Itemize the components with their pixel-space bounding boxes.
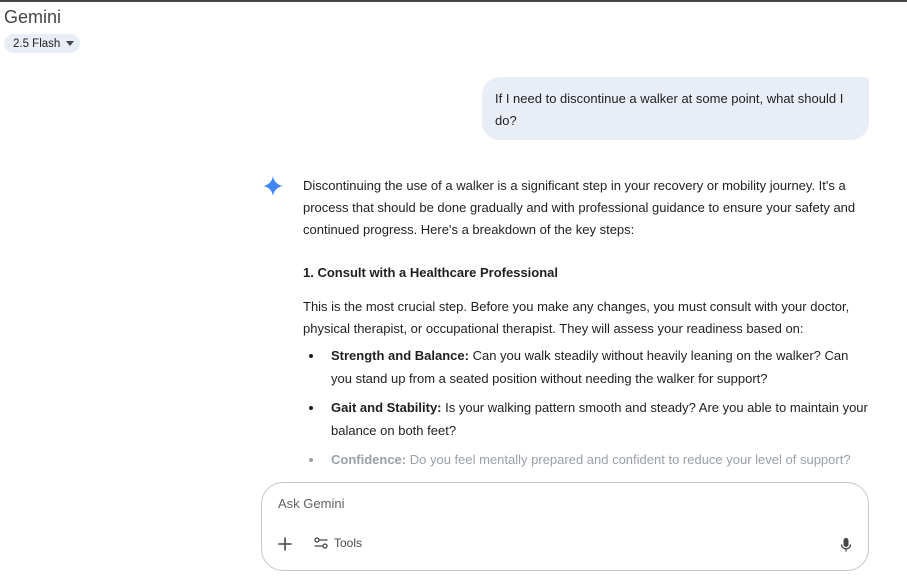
response-heading: 1. Consult with a Healthcare Professiona…	[303, 265, 559, 280]
list-item: Confidence: Do you feel mentally prepare…	[303, 448, 869, 471]
app-title: Gemini	[4, 7, 62, 27]
list-item: Strength and Balance: Can you walk stead…	[303, 344, 869, 390]
bullet-dot	[309, 406, 313, 410]
bullet-text: Do you feel mentally prepared and confid…	[406, 452, 851, 467]
tools-button[interactable]: Tools	[314, 536, 362, 550]
plus-icon[interactable]	[276, 535, 294, 553]
list-item: Gait and Stability: Is your walking patt…	[303, 396, 869, 442]
prompt-input[interactable]	[278, 496, 838, 511]
microphone-icon[interactable]	[839, 537, 853, 553]
response-lead: This is the most crucial step. Before yo…	[303, 299, 850, 336]
user-message-text: If I need to discontinue a walker at som…	[495, 91, 844, 128]
bullet-term: Gait and Stability:	[331, 400, 442, 415]
top-divider	[0, 0, 907, 2]
bullet-term: Confidence:	[331, 452, 407, 467]
model-response: Discontinuing the use of a walker is a s…	[303, 175, 869, 477]
model-label: 2.5 Flash	[13, 37, 61, 50]
bullet-term: Strength and Balance:	[331, 348, 469, 363]
response-intro: Discontinuing the use of a walker is a s…	[303, 178, 856, 237]
prompt-composer: Tools	[261, 482, 869, 571]
bullet-dot	[309, 458, 313, 462]
bullet-dot	[309, 354, 313, 358]
gemini-spark-icon	[263, 176, 283, 196]
caret-down-icon	[66, 41, 75, 46]
tools-sliders-icon	[314, 537, 328, 549]
user-message-bubble: If I need to discontinue a walker at som…	[482, 77, 869, 140]
tools-label: Tools	[334, 536, 363, 550]
response-bullet-list: Strength and Balance: Can you walk stead…	[303, 344, 869, 471]
model-selector[interactable]: 2.5 Flash	[4, 34, 81, 53]
